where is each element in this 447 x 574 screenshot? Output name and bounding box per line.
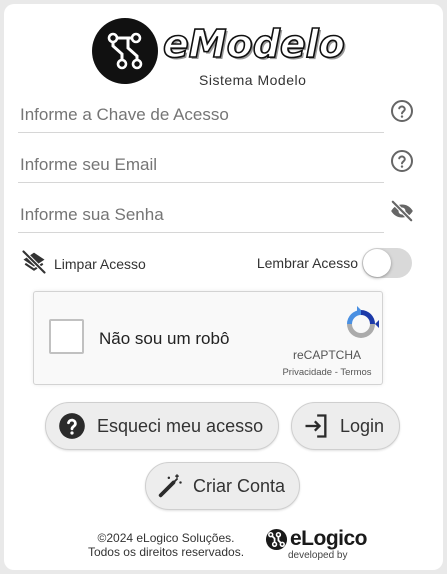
- help-circle-icon[interactable]: [389, 148, 415, 174]
- recaptcha-logo-icon: [341, 304, 381, 349]
- clear-access-button[interactable]: Limpar Acesso: [20, 248, 146, 279]
- email-input[interactable]: [18, 147, 384, 182]
- magic-wand-icon: [156, 472, 184, 500]
- toggle-knob: [363, 249, 391, 277]
- remember-access-toggle[interactable]: [362, 248, 412, 278]
- developer-name: eLogico: [290, 527, 368, 550]
- forgot-access-label: Esqueci meu acesso: [97, 415, 264, 436]
- copyright-line-1: ©2024 eLogico Soluções.: [97, 531, 235, 545]
- login-button[interactable]: Login: [291, 402, 400, 450]
- copyright-line-2: Todos os direitos reservados.: [87, 545, 245, 559]
- developer-caption: developed by: [288, 550, 348, 561]
- layers-clear-icon: [20, 248, 48, 279]
- access-key-field: [18, 97, 384, 133]
- link-separator: -: [334, 367, 338, 378]
- remember-access-label: Lembrar Acesso: [256, 255, 358, 271]
- recaptcha-checkbox[interactable]: [49, 319, 84, 354]
- clear-access-label: Limpar Acesso: [54, 255, 146, 272]
- privacy-link[interactable]: Privacidade: [282, 367, 332, 378]
- password-field: [18, 197, 384, 233]
- question-circle-icon: [58, 412, 86, 440]
- create-account-button[interactable]: Criar Conta: [145, 462, 300, 510]
- eye-off-icon[interactable]: [389, 198, 415, 224]
- terms-link[interactable]: Termos: [340, 367, 371, 378]
- access-key-input[interactable]: [18, 97, 384, 132]
- help-circle-icon[interactable]: [389, 98, 415, 124]
- app-subtitle: Sistema Modelo: [199, 72, 307, 88]
- developer-logo[interactable]: eLogico: [265, 527, 368, 551]
- developer-logo-icon: [265, 528, 288, 551]
- login-label: Login: [340, 415, 385, 436]
- login-arrow-icon: [302, 412, 330, 440]
- copyright-text: ©2024 eLogico Soluções. Todos os direito…: [78, 531, 254, 559]
- remember-access: Lembrar Acesso: [257, 248, 412, 278]
- forgot-access-button[interactable]: Esqueci meu acesso: [45, 402, 279, 450]
- recaptcha-label: Não sou um robô: [99, 329, 230, 348]
- email-field: [18, 147, 384, 183]
- create-account-label: Criar Conta: [193, 475, 286, 496]
- access-options-row: Limpar Acesso Lembrar Acesso: [20, 248, 412, 278]
- password-input[interactable]: [18, 197, 384, 232]
- recaptcha-links: Privacidade - Termos: [272, 367, 382, 378]
- app-name: eModelo: [162, 21, 345, 67]
- recaptcha-brand: reCAPTCHA: [292, 348, 361, 362]
- circuit-logo-icon: [92, 18, 158, 84]
- recaptcha-widget: Não sou um robô reCAPTCHA Privacidade - …: [33, 291, 383, 385]
